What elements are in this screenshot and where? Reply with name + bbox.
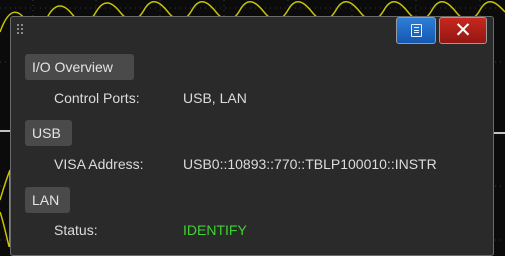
section-header-io-overview: I/O Overview: [25, 54, 134, 80]
dialog-titlebar[interactable]: ✕: [11, 17, 493, 45]
close-button[interactable]: ✕: [439, 17, 487, 44]
control-ports-label: Control Ports:: [54, 90, 140, 106]
drag-grip-icon[interactable]: [16, 23, 24, 35]
lan-status-label: Status:: [54, 222, 98, 238]
close-icon: ✕: [454, 19, 472, 42]
section-header-lan: LAN: [25, 187, 70, 213]
lan-status-value: IDENTIFY: [183, 222, 247, 238]
io-overview-dialog: ✕ I/O Overview Control Ports: USB, LAN U…: [10, 16, 494, 256]
visa-address-value: USB0::10893::770::TBLP100010::INSTR: [183, 156, 437, 172]
visa-address-label: VISA Address:: [54, 156, 144, 172]
control-ports-value: USB, LAN: [183, 90, 247, 106]
section-header-usb: USB: [25, 120, 72, 146]
menu-icon: [411, 24, 422, 37]
waveform-trace-left: [0, 169, 11, 247]
menu-button[interactable]: [396, 17, 436, 44]
